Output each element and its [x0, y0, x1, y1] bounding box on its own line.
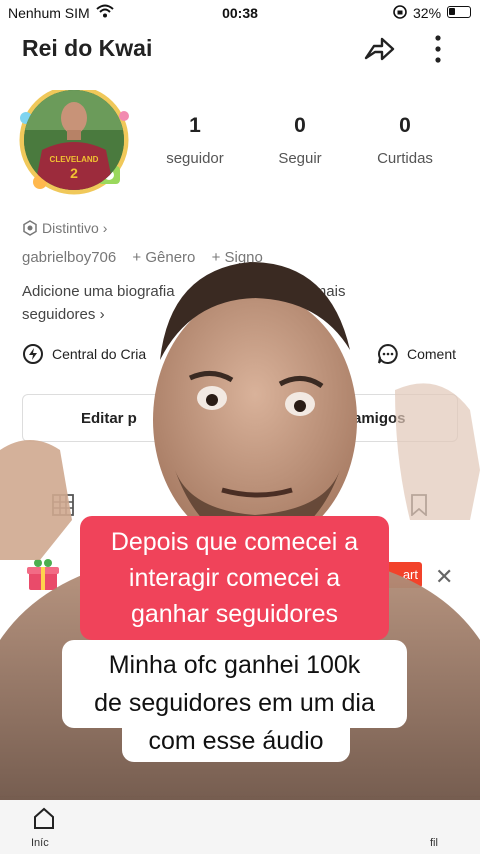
battery-percent: 32%	[413, 5, 442, 21]
chat-bubble-icon	[377, 343, 398, 364]
avatar[interactable]: CLEVELAND 2	[24, 90, 124, 190]
followers-count: 1	[189, 114, 201, 137]
caption-white: Minha ofc ganhei 100k de seguidores em u…	[62, 640, 407, 728]
bio-text-end: ganhar mais	[262, 283, 346, 300]
caption-white-line-1: Minha ofc ganhei 100k	[108, 651, 361, 679]
following-label: Seguir	[278, 150, 322, 167]
add-sign-link[interactable]: + Signo	[212, 249, 263, 266]
caption-red-line-1: Depois que comecei a	[110, 528, 359, 556]
caption-red-line-3: ganhar seguidores	[130, 600, 339, 628]
close-icon[interactable]: ✕	[435, 564, 453, 590]
bio-text-line2: seguidores	[22, 306, 96, 323]
profile-info-row: gabrielboy706 + Gênero + Signo	[22, 249, 275, 266]
orientation-lock-icon	[393, 5, 407, 19]
nav-profile-label[interactable]: fil	[430, 837, 438, 849]
svg-text:2: 2	[70, 165, 78, 181]
likes-stat[interactable]: 0 Curtidas	[350, 114, 460, 167]
caption-white-line-2: de seguidores em um dia	[94, 689, 375, 717]
battery-icon	[447, 6, 471, 18]
likes-label: Curtidas	[377, 150, 433, 167]
creator-center-link[interactable]: Central do Cria	[22, 343, 146, 365]
creator-center-label: Central do Cria	[52, 346, 147, 362]
chevron-right-icon: ›	[102, 220, 108, 236]
lightning-circle-icon	[23, 344, 43, 364]
bio-text-start: Adicione uma biografia	[22, 283, 175, 300]
more-vertical-icon[interactable]	[430, 34, 446, 64]
page-title: Rei do Kwai	[22, 35, 153, 61]
likes-count: 0	[399, 114, 411, 137]
edit-profile-button[interactable]: Editar p	[81, 410, 137, 427]
gift-icon	[27, 559, 59, 590]
avatar-photo: CLEVELAND 2	[24, 90, 124, 190]
clock: 00:38	[222, 5, 258, 21]
badge-link[interactable]: Distintivo ›	[22, 220, 107, 236]
grid-icon[interactable]	[52, 494, 74, 516]
bio-prompt[interactable]: Adicione uma biografia ganhar mais segui…	[22, 280, 462, 326]
chevron-right-icon: ›	[99, 306, 105, 323]
caption-red-line-2: interagir comecei a	[128, 564, 341, 592]
following-count: 0	[294, 114, 306, 137]
add-gender-link[interactable]: + Gênero	[132, 249, 195, 266]
home-icon[interactable]	[33, 807, 55, 829]
profile-buttons: Editar p r amigos	[22, 394, 458, 442]
nav-home-label[interactable]: Iníc	[31, 837, 49, 849]
badge-label: Distintivo	[42, 220, 99, 236]
status-bar: Nenhum SIM 00:38 32%	[0, 0, 480, 26]
bottom-nav: Iníc fil	[0, 796, 480, 854]
quick-actions: Central do Cria Coment	[22, 343, 462, 369]
badge-hexagon-icon	[23, 220, 37, 236]
bookmark-icon[interactable]	[410, 494, 428, 516]
comments-label: Coment	[406, 346, 456, 362]
username: gabrielboy706	[22, 249, 117, 266]
comments-link[interactable]: Coment	[377, 343, 456, 365]
caption-red: Depois que comecei a interagir comecei a…	[80, 516, 389, 640]
caption-white-tail: com esse áudio	[122, 726, 350, 762]
share-arrow-icon[interactable]	[362, 32, 396, 66]
add-friends-button[interactable]: r amigos	[343, 410, 406, 427]
followers-stat[interactable]: 1 seguidor	[140, 114, 250, 167]
followers-label: seguidor	[166, 150, 224, 167]
following-stat[interactable]: 0 Seguir	[245, 114, 355, 167]
svg-text:CLEVELAND: CLEVELAND	[50, 155, 99, 164]
